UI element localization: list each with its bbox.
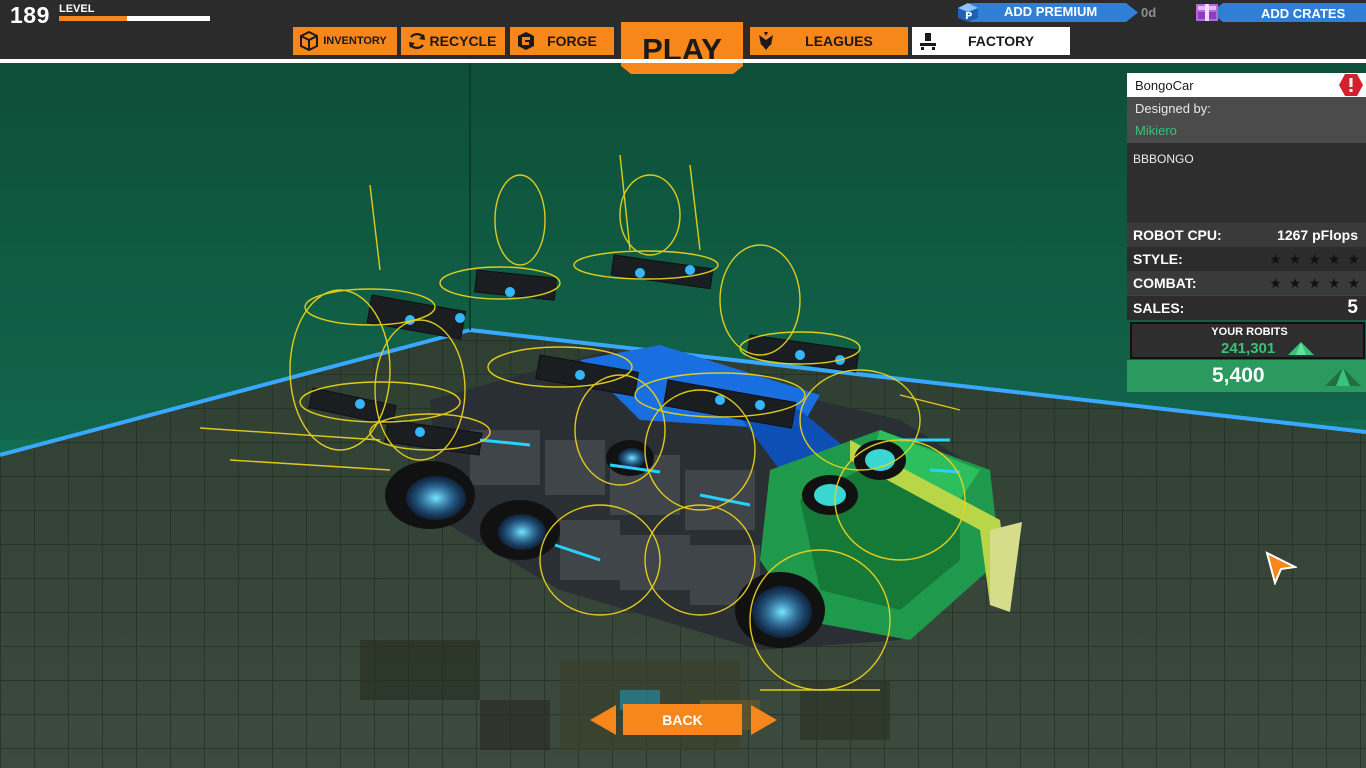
robits-icon xyxy=(1288,342,1314,355)
tab-recycle[interactable]: RECYCLE xyxy=(401,27,505,55)
style-label: STYLE: xyxy=(1133,251,1183,267)
cpu-value: 1267 pFlops xyxy=(1277,227,1358,243)
level-number: 189 xyxy=(10,2,50,28)
add-premium-label: ADD PREMIUM xyxy=(1004,4,1098,19)
description-box: BBBONGO xyxy=(1127,143,1366,225)
cpu-row: ROBOT CPU: 1267 pFlops xyxy=(1127,223,1366,247)
your-robits-value: 241,301 xyxy=(1221,340,1276,357)
premium-days: 0d xyxy=(1141,5,1157,20)
star-icon: ★ xyxy=(1347,251,1360,267)
star-icon: ★ xyxy=(1288,251,1302,267)
tab-forge[interactable]: FORGE xyxy=(510,27,614,55)
tab-forge-label: FORGE xyxy=(547,33,597,49)
svg-text:P: P xyxy=(965,11,972,22)
cpu-label: ROBOT CPU: xyxy=(1133,227,1222,243)
style-row: STYLE: ★ ★ ★ ★ ★ xyxy=(1127,247,1366,271)
buy-price-button[interactable]: 5,400 xyxy=(1127,360,1366,392)
warning-icon[interactable] xyxy=(1339,74,1363,96)
top-bar: 189 LEVEL P ADD PREMIUM 0d ADD CRATES IN… xyxy=(0,0,1366,74)
next-robot-arrow[interactable] xyxy=(751,705,777,735)
previous-robot-arrow[interactable] xyxy=(590,705,616,735)
sales-label: SALES: xyxy=(1133,300,1185,316)
recycle-icon xyxy=(409,33,425,49)
star-icon: ★ xyxy=(1347,275,1360,291)
sales-row: SALES: 5 xyxy=(1127,296,1366,320)
crate-icon xyxy=(1196,4,1218,21)
style-stars[interactable]: ★ ★ ★ ★ ★ xyxy=(1269,251,1360,267)
leagues-icon xyxy=(759,32,773,50)
robot-description: BBBONGO xyxy=(1133,152,1194,166)
robot-name-row: BongoCar xyxy=(1127,73,1366,97)
top-bar-divider xyxy=(0,59,1366,63)
back-button[interactable]: BACK xyxy=(623,704,742,735)
level-progress-fill xyxy=(59,16,127,21)
back-label: BACK xyxy=(662,711,703,728)
star-icon: ★ xyxy=(1308,251,1321,267)
combat-stars[interactable]: ★ ★ ★ ★ ★ xyxy=(1269,275,1360,291)
designer-name[interactable]: Mikiero xyxy=(1135,123,1177,138)
star-icon: ★ xyxy=(1308,275,1321,291)
tab-leagues[interactable]: LEAGUES xyxy=(750,27,908,55)
add-crates-label: ADD CRATES xyxy=(1261,6,1346,21)
star-icon: ★ xyxy=(1269,251,1282,267)
level-label: LEVEL xyxy=(59,3,95,15)
robot-name: BongoCar xyxy=(1135,78,1194,93)
your-robits-box: YOUR ROBITS 241,301 xyxy=(1130,322,1365,359)
cursor-icon xyxy=(1265,551,1297,585)
combat-label: COMBAT: xyxy=(1133,275,1197,291)
level-progress-bar xyxy=(59,16,210,21)
star-icon: ★ xyxy=(1327,251,1341,267)
tab-factory-label: FACTORY xyxy=(967,33,1035,49)
combat-row: COMBAT: ★ ★ ★ ★ ★ xyxy=(1127,271,1366,295)
robits-icon xyxy=(1325,368,1361,386)
designer-box: Designed by: Mikiero xyxy=(1127,97,1366,143)
factory-icon xyxy=(920,33,936,50)
star-icon: ★ xyxy=(1327,275,1341,291)
price-value: 5,400 xyxy=(1212,364,1265,387)
designed-by-label: Designed by: xyxy=(1135,101,1211,116)
tab-inventory[interactable]: INVENTORY xyxy=(293,27,397,55)
tab-factory[interactable]: FACTORY xyxy=(912,27,1070,55)
sales-value: 5 xyxy=(1347,297,1358,318)
forge-icon xyxy=(518,32,534,50)
star-icon: ★ xyxy=(1269,275,1282,291)
inventory-cube-icon xyxy=(300,31,318,51)
star-icon: ★ xyxy=(1288,275,1302,291)
tab-leagues-label: LEAGUES xyxy=(805,33,873,49)
your-robits-label: YOUR ROBITS xyxy=(1211,326,1288,338)
